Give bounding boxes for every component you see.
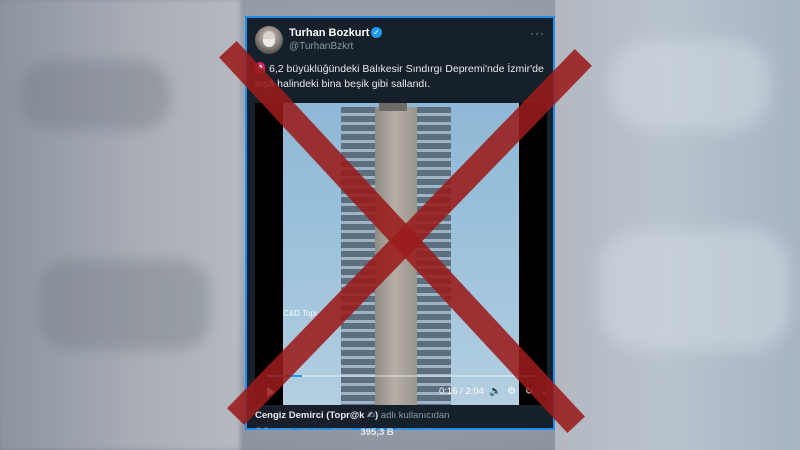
tweet-header: Turhan Bozkurt ✓ @TurhanBzkrt ··· — [255, 26, 545, 60]
building-core — [375, 107, 417, 405]
attribution-suffix: adlı kullanıcıdan — [378, 410, 450, 421]
tweet-meta: ÖÖ 3:06 · 11 Ağu 2025 · 395,3 B Görüntül… — [255, 427, 451, 438]
play-icon[interactable] — [267, 387, 275, 397]
blurred-background-right — [555, 0, 800, 450]
tweet-text: 6,2 büyüklüğündeki Balıkesir Sındırgı De… — [255, 62, 545, 92]
settings-icon[interactable]: ⚙ — [507, 386, 516, 397]
background-blob — [610, 40, 770, 130]
author-name[interactable]: Turhan Bozkurt — [289, 27, 369, 39]
video-controls: 0:16 / 2:04 🔈 ⚙ ↻ ⤢ — [255, 385, 547, 401]
volume-icon[interactable]: 🔈 — [489, 386, 501, 397]
views-label: Görüntüleme — [393, 427, 452, 438]
views-count: 395,3 B — [360, 427, 394, 438]
avatar-beard — [263, 39, 275, 47]
more-options-icon[interactable]: ··· — [530, 26, 545, 40]
background-blob — [600, 230, 790, 350]
tweet-card: Turhan Bozkurt ✓ @TurhanBzkrt ··· 6,2 bü… — [245, 16, 555, 438]
avatar[interactable] — [255, 26, 283, 54]
verified-badge-icon: ✓ — [371, 27, 382, 38]
background-blob — [20, 60, 170, 130]
video-progress-bar[interactable] — [267, 375, 535, 377]
video-progress-fill — [267, 375, 302, 377]
video-time: 0:16 / 2:04 — [439, 386, 484, 397]
loop-icon[interactable]: ↻ — [525, 386, 533, 397]
tweet-text-body: 6,2 büyüklüğündeki Balıkesir Sındırgı De… — [255, 63, 544, 90]
rotating-light-icon — [255, 62, 265, 73]
attribution-name[interactable]: Cengiz Demirci (Topr@k ✍) — [255, 410, 378, 421]
author-handle[interactable]: @TurhanBzkrt — [289, 41, 353, 52]
video-watermark: C&D Topr — [283, 309, 318, 318]
building-crane — [379, 103, 407, 111]
video-frame — [283, 103, 519, 405]
blurred-background-left — [0, 0, 240, 450]
video-player[interactable]: C&D Topr 0:16 / 2:04 🔈 ⚙ ↻ ⤢ — [255, 103, 547, 405]
background-blob — [40, 260, 210, 350]
tweet-timestamp[interactable]: ÖÖ 3:06 · 11 Ağu 2025 · — [255, 427, 360, 438]
video-attribution: Cengiz Demirci (Topr@k ✍) adlı kullanıcı… — [255, 410, 449, 421]
fullscreen-icon[interactable]: ⤢ — [543, 386, 547, 397]
